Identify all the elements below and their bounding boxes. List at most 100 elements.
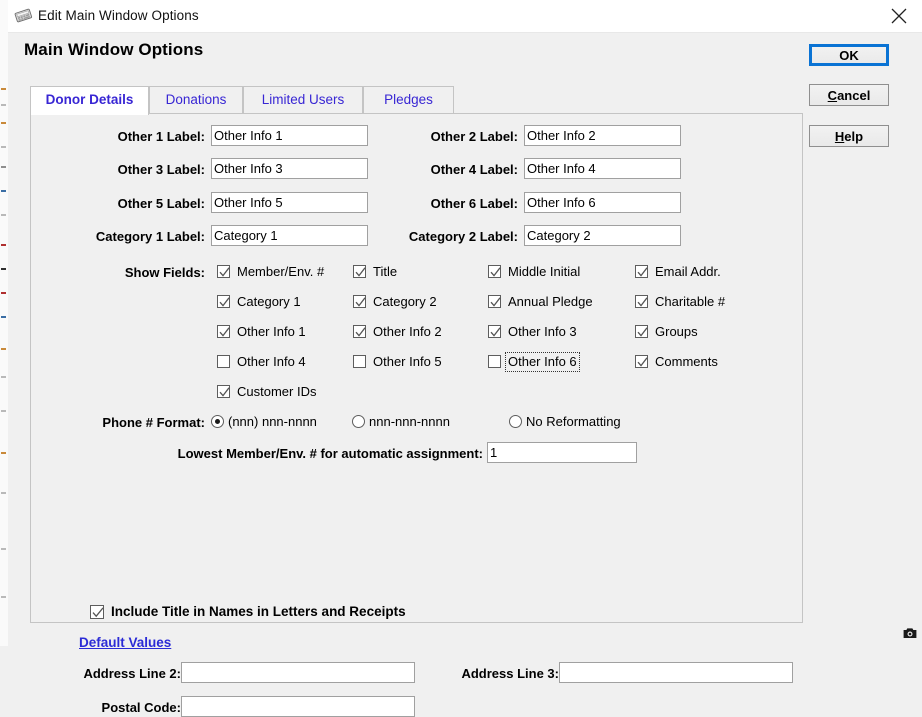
checkbox-charitable[interactable]: Charitable #	[635, 293, 760, 312]
checkbox-email-addr[interactable]: Email Addr.	[635, 263, 760, 282]
checkbox-label: Annual Pledge	[508, 294, 593, 309]
show-fields-caption: Show Fields:	[124, 265, 205, 280]
checkbox-box	[353, 325, 366, 338]
radio-circle	[211, 415, 224, 428]
radio-circle	[352, 415, 365, 428]
checkbox-category-2[interactable]: Category 2	[353, 293, 478, 312]
checkbox-label: Other Info 3	[508, 324, 577, 339]
window-title: Edit Main Window Options	[38, 8, 199, 23]
check-icon	[637, 297, 648, 307]
checkbox-box	[217, 385, 230, 398]
checkbox-box	[217, 265, 230, 278]
camera-icon	[903, 627, 917, 639]
checkbox-middle-initial[interactable]: Middle Initial	[488, 263, 613, 282]
address-line-3-input[interactable]	[559, 662, 793, 683]
checkbox-label: Email Addr.	[655, 264, 721, 279]
checkbox-box	[353, 295, 366, 308]
checkbox-comments[interactable]: Comments	[635, 353, 760, 372]
checkbox-other-info-1[interactable]: Other Info 1	[217, 323, 342, 342]
application-icon	[14, 7, 33, 25]
dialog-window: Edit Main Window Options Main Window Opt…	[8, 0, 922, 717]
checkbox-label: Category 2	[373, 294, 437, 309]
checkbox-box	[635, 355, 648, 368]
checkbox-category-1[interactable]: Category 1	[217, 293, 342, 312]
lowest-member-caption: Lowest Member/Env. # for automatic assig…	[177, 446, 483, 461]
checkbox-other-info-2[interactable]: Other Info 2	[353, 323, 478, 342]
check-icon	[219, 297, 230, 307]
checkbox-label: Other Info 2	[373, 324, 442, 339]
checkbox-other-info-6[interactable]: Other Info 6	[488, 352, 613, 372]
checkbox-box	[488, 355, 501, 368]
checkbox-label: Middle Initial	[508, 264, 581, 279]
checkbox-member-env[interactable]: Member/Env. #	[217, 263, 342, 282]
tab-limited-users[interactable]: Limited Users	[243, 86, 363, 114]
checkbox-box	[353, 355, 366, 368]
postal-code-input[interactable]	[181, 696, 415, 717]
other-4-label-caption: Other 4 Label:	[430, 162, 518, 177]
checkbox-groups[interactable]: Groups	[635, 323, 760, 342]
tab-donor-details-label: Donor Details	[45, 92, 134, 107]
checkbox-label: Comments	[655, 354, 718, 369]
radio-label: (nnn) nnn-nnnn	[228, 414, 317, 429]
category-1-label-caption: Category 1 Label:	[95, 229, 205, 244]
other-4-label-input[interactable]: Other Info 4	[524, 158, 681, 179]
checkbox-box	[488, 295, 501, 308]
tab-donations-label: Donations	[165, 92, 227, 107]
tab-pledges[interactable]: Pledges	[363, 86, 454, 114]
checkbox-box	[635, 325, 648, 338]
checkbox-title[interactable]: Title	[353, 263, 478, 282]
category-2-label-caption: Category 2 Label:	[408, 229, 518, 244]
tab-donor-details[interactable]: Donor Details	[30, 86, 149, 115]
check-icon	[637, 267, 648, 277]
other-2-label-caption: Other 2 Label:	[430, 129, 518, 144]
checkbox-box	[217, 295, 230, 308]
checkbox-label: Member/Env. #	[237, 264, 325, 279]
checkbox-customer-ids[interactable]: Customer IDs	[217, 383, 342, 402]
check-icon	[637, 357, 648, 367]
check-icon	[219, 327, 230, 337]
help-button[interactable]: Help	[809, 125, 889, 147]
checkbox-other-info-3[interactable]: Other Info 3	[488, 323, 613, 342]
checkbox-annual-pledge[interactable]: Annual Pledge	[488, 293, 613, 312]
category-2-label-input[interactable]: Category 2	[524, 225, 681, 246]
donor-details-panel: Other 1 Label: Other Info 1 Other 3 Labe…	[30, 113, 803, 717]
checkbox-box	[488, 325, 501, 338]
radio-label: No Reformatting	[526, 414, 621, 429]
checkbox-other-info-4[interactable]: Other Info 4	[217, 353, 342, 372]
checkbox-box	[217, 325, 230, 338]
cancel-button-label: ancel	[837, 88, 871, 103]
other-3-label-input[interactable]: Other Info 3	[211, 158, 368, 179]
default-values-link[interactable]: Default Values	[79, 635, 171, 650]
other-6-label-input[interactable]: Other Info 6	[524, 192, 681, 213]
other-1-label-input[interactable]: Other Info 1	[211, 125, 368, 146]
check-icon	[355, 327, 366, 337]
tab-strip-filler	[454, 86, 803, 114]
title-bar: Edit Main Window Options	[8, 0, 922, 33]
checkbox-box	[353, 265, 366, 278]
checkbox-box	[488, 265, 501, 278]
other-3-label-caption: Other 3 Label:	[117, 162, 205, 177]
check-icon	[355, 297, 366, 307]
checkbox-other-info-5[interactable]: Other Info 5	[353, 353, 478, 372]
tab-donations[interactable]: Donations	[149, 86, 243, 114]
checkbox-label: Other Info 4	[237, 354, 306, 369]
phone-format-caption: Phone # Format:	[102, 415, 205, 430]
checkbox-label: Groups	[655, 324, 698, 339]
address-line-2-caption: Address Line 2:	[83, 666, 181, 681]
lowest-member-input[interactable]: 1	[487, 442, 637, 463]
address-line-3-caption: Address Line 3:	[461, 666, 559, 681]
check-icon	[637, 327, 648, 337]
close-window-button[interactable]	[876, 0, 922, 32]
checkbox-box	[90, 605, 104, 619]
radio-label: nnn-nnn-nnnn	[369, 414, 450, 429]
cancel-button[interactable]: Cancel	[809, 84, 889, 106]
category-1-label-input[interactable]: Category 1	[211, 225, 368, 246]
other-2-label-input[interactable]: Other Info 2	[524, 125, 681, 146]
close-icon	[891, 8, 907, 24]
other-6-label-caption: Other 6 Label:	[430, 196, 518, 211]
checkbox-label: Other Info 1	[237, 324, 306, 339]
ok-button[interactable]: OK	[809, 44, 889, 66]
other-5-label-input[interactable]: Other Info 5	[211, 192, 368, 213]
address-line-2-input[interactable]	[181, 662, 415, 683]
checkbox-label: Include Title in Names in Letters and Re…	[111, 604, 406, 619]
